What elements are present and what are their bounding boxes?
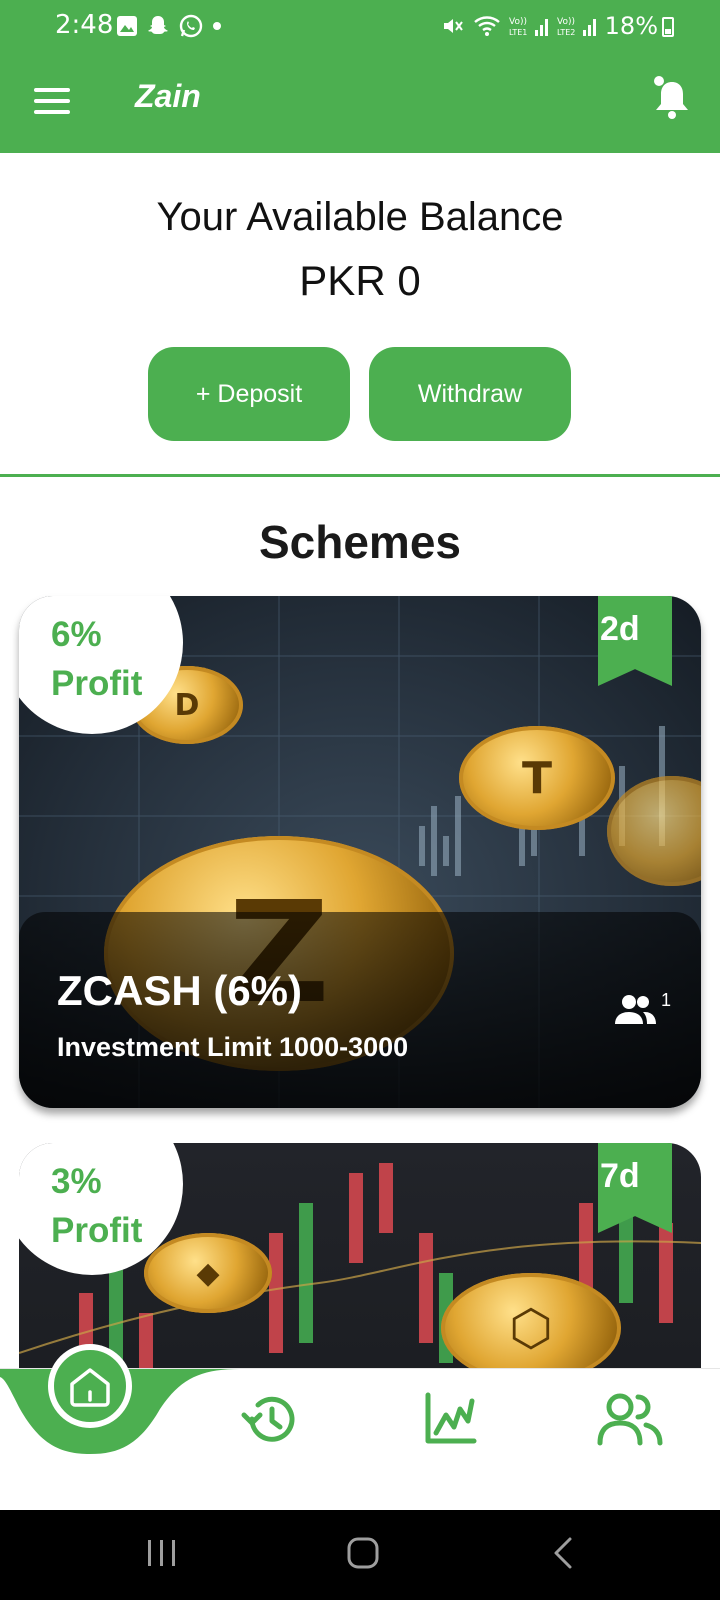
top-bar: 2:48 Vo)) LTE1 Vo)) LTE2 18% Zain [0, 0, 720, 153]
home-nav-icon[interactable] [346, 1536, 380, 1570]
signal-1-icon: Vo))LTE1 [509, 17, 548, 37]
bottom-navigation [0, 1344, 720, 1510]
divider [0, 474, 720, 477]
gallery-icon [117, 16, 137, 36]
whatsapp-icon [179, 14, 203, 38]
svg-text:Vo)): Vo)) [509, 17, 527, 27]
profit-label: Profit [51, 664, 143, 703]
scheme-info-panel: ZCASH (6%) Investment Limit 1000-3000 1 [19, 912, 701, 1108]
status-bar: 2:48 Vo)) LTE1 Vo)) LTE2 18% [0, 0, 720, 52]
tether-coin-image: T [459, 726, 615, 830]
dot-icon [213, 22, 221, 30]
bell-icon[interactable] [652, 74, 692, 122]
profit-label: Profit [51, 1211, 143, 1250]
app-title: Zain [135, 78, 201, 114]
back-icon[interactable] [552, 1536, 576, 1570]
recents-icon[interactable] [146, 1536, 178, 1570]
balance-label: Your Available Balance [156, 195, 564, 239]
home-icon[interactable] [48, 1344, 132, 1428]
profit-percent: 6% [51, 615, 102, 654]
svg-text:Vo)): Vo)) [557, 17, 575, 27]
status-time: 2:48 [55, 10, 114, 40]
app-bar: Zain [0, 52, 720, 153]
balance-value: PKR 0 [299, 257, 421, 304]
wifi-icon [473, 16, 500, 36]
users-icon[interactable] [595, 1389, 665, 1449]
chart-icon[interactable] [415, 1389, 485, 1449]
members-count: 1 [613, 990, 671, 1024]
battery-icon [662, 17, 674, 37]
hamburger-menu-icon[interactable] [34, 88, 70, 114]
history-icon[interactable] [235, 1389, 305, 1449]
schemes-title: Schemes [258, 516, 461, 568]
battery-percent: 18% [604, 12, 658, 40]
svg-text:LTE1: LTE1 [509, 28, 527, 37]
duration-label: 2d [600, 610, 640, 648]
users-icon [614, 995, 656, 1024]
chainlink-coin-image: ⬡ [441, 1273, 621, 1383]
scheme-limit: Investment Limit 1000-3000 [57, 1032, 409, 1062]
scheme-name: ZCASH (6%) [57, 967, 303, 1014]
scheme-card[interactable]: D T Z ZCASH (6%) Investment Limit 1000-3… [19, 596, 701, 1108]
withdraw-button[interactable]: Withdraw [369, 347, 571, 441]
mute-icon [443, 19, 463, 33]
duration-label: 7d [600, 1157, 640, 1195]
signal-2-icon: Vo))LTE2 [557, 17, 596, 37]
svg-text:LTE2: LTE2 [557, 28, 575, 37]
profit-percent: 3% [51, 1162, 102, 1201]
ethereum-coin-image: ◆ [144, 1233, 272, 1313]
member-count: 1 [660, 990, 671, 1010]
deposit-button[interactable]: + Deposit [148, 347, 350, 441]
notification-icons [116, 13, 222, 39]
snapchat-icon [148, 16, 168, 34]
system-status: Vo)) LTE1 Vo)) LTE2 18% [441, 12, 658, 40]
system-navigation-bar [0, 1510, 720, 1600]
